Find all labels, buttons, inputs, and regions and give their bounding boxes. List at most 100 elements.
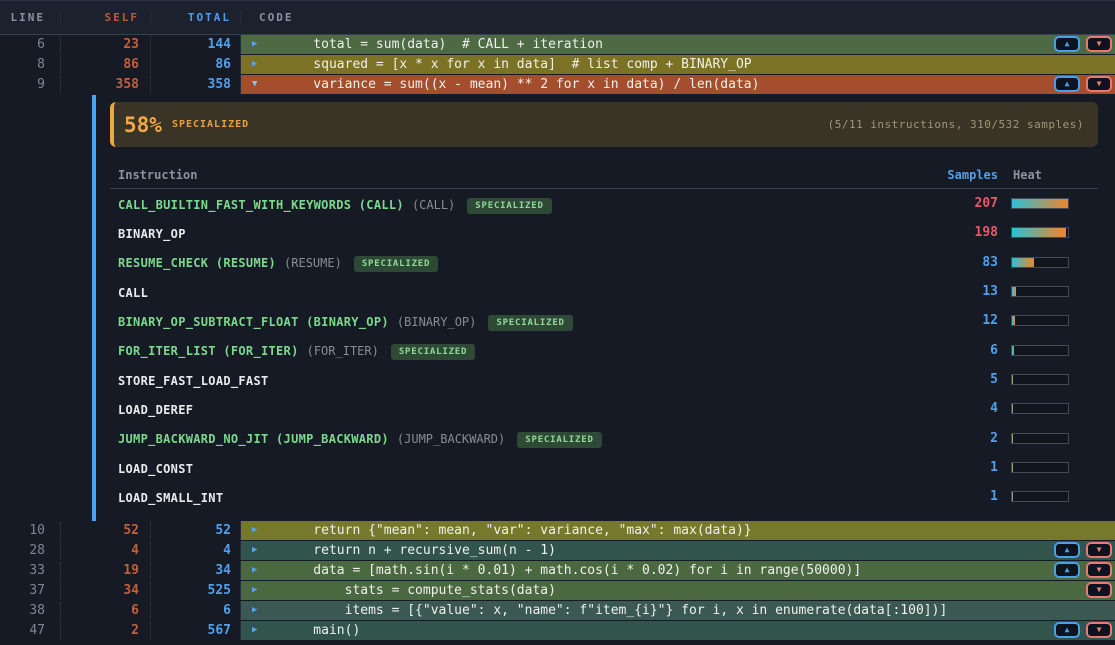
instruction-name: LOAD_SMALL_INT — [118, 491, 223, 505]
code-cell[interactable]: ▶ total = sum(data) # CALL + iteration▲▼ — [241, 35, 1115, 54]
instruction-name: BINARY_OP — [118, 227, 186, 241]
code-cell[interactable]: ▶ main()▲▼ — [241, 621, 1115, 640]
instruction-row: LOAD_SMALL_INT 1 — [110, 482, 1098, 511]
column-header-heat: Heat — [1011, 168, 1098, 182]
jump-up-button[interactable]: ▲ — [1054, 36, 1080, 52]
instruction-row: RESUME_CHECK (RESUME)(RESUME)SPECIALIZED… — [110, 248, 1098, 277]
specialized-percent: 58% — [124, 113, 162, 137]
expand-icon[interactable]: ▶ — [252, 581, 257, 600]
instruction-name: JUMP_BACKWARD_NO_JIT (JUMP_BACKWARD) — [118, 432, 389, 446]
instruction-base-name: (RESUME) — [284, 256, 342, 270]
heat-fill — [1012, 316, 1015, 325]
instruction-name-cell: BINARY_OP_SUBTRACT_FLOAT (BINARY_OP)(BIN… — [110, 311, 908, 331]
heat-bar — [1011, 374, 1069, 385]
code-row: 88686▶ squared = [x * x for x in data] #… — [0, 55, 1115, 74]
heat-bar — [1011, 227, 1069, 238]
jump-down-button[interactable]: ▼ — [1086, 542, 1112, 558]
row-nav-buttons: ▲▼ — [1054, 36, 1112, 52]
heat-cell — [1011, 286, 1098, 297]
heat-fill — [1012, 346, 1014, 355]
code-text: stats = compute_stats(data) — [282, 581, 556, 600]
expand-icon[interactable]: ▶ — [252, 621, 257, 640]
code-cell[interactable]: ▶ items = [{"value": x, "name": f"item_{… — [241, 601, 1115, 620]
instruction-base-name: (JUMP_BACKWARD) — [397, 432, 505, 446]
heat-bar — [1011, 257, 1069, 268]
code-cell[interactable]: ▶ squared = [x * x for x in data] # list… — [241, 55, 1115, 74]
self-samples: 6 — [61, 601, 151, 620]
code-row: 105252▶ return {"mean": mean, "var": var… — [0, 521, 1115, 540]
collapse-icon[interactable]: ▼ — [252, 75, 257, 94]
jump-down-button[interactable]: ▼ — [1086, 622, 1112, 638]
heat-cell — [1011, 345, 1098, 356]
specialized-label: SPECIALIZED — [172, 119, 249, 130]
code-text: return n + recursive_sum(n - 1) — [282, 541, 556, 560]
total-samples: 525 — [151, 581, 241, 600]
instruction-row: CALL_BUILTIN_FAST_WITH_KEYWORDS (CALL)(C… — [110, 189, 1098, 218]
expand-icon[interactable]: ▶ — [252, 35, 257, 54]
jump-down-button[interactable]: ▼ — [1086, 582, 1112, 598]
code-row: 3734525▶ stats = compute_stats(data)▼ — [0, 581, 1115, 600]
row-nav-buttons: ▲▼ — [1054, 562, 1112, 578]
row-nav-buttons: ▲▼ — [1054, 542, 1112, 558]
instruction-base-name: (FOR_ITER) — [307, 344, 379, 358]
expand-icon[interactable]: ▶ — [252, 55, 257, 74]
instruction-row: BINARY_OP_SUBTRACT_FLOAT (BINARY_OP)(BIN… — [110, 306, 1098, 335]
heat-cell — [1011, 315, 1098, 326]
instruction-row: CALL13 — [110, 277, 1098, 306]
code-cell[interactable]: ▶ data = [math.sin(i * 0.01) + math.cos(… — [241, 561, 1115, 580]
instruction-name-cell: BINARY_OP — [110, 223, 908, 242]
code-row: 2844▶ return n + recursive_sum(n - 1)▲▼ — [0, 541, 1115, 560]
total-samples: 34 — [151, 561, 241, 580]
code-text: return {"mean": mean, "var": variance, "… — [282, 521, 752, 540]
line-number: 9 — [0, 75, 61, 94]
column-header-line[interactable]: LINE — [0, 11, 61, 24]
code-cell[interactable]: ▶ stats = compute_stats(data) ▼ — [241, 581, 1115, 600]
heat-fill — [1012, 258, 1034, 267]
code-rows-bottom: 105252▶ return {"mean": mean, "var": var… — [0, 521, 1115, 640]
samples-count: 207 — [908, 196, 998, 211]
code-text: items = [{"value": x, "name": f"item_{i}… — [282, 601, 947, 620]
expand-icon[interactable]: ▶ — [252, 521, 257, 540]
heat-bar — [1011, 403, 1069, 414]
code-cell[interactable]: ▶ return {"mean": mean, "var": variance,… — [241, 521, 1115, 540]
self-samples: 86 — [61, 55, 151, 74]
heat-bar — [1011, 433, 1069, 444]
jump-up-button[interactable]: ▲ — [1054, 76, 1080, 92]
samples-count: 1 — [908, 489, 998, 504]
code-cell[interactable]: ▶ return n + recursive_sum(n - 1)▲▼ — [241, 541, 1115, 560]
jump-down-button[interactable]: ▼ — [1086, 76, 1112, 92]
heat-fill — [1012, 434, 1013, 443]
heat-fill — [1012, 492, 1013, 501]
self-samples: 358 — [61, 75, 151, 94]
code-text: squared = [x * x for x in data] # list c… — [282, 55, 752, 74]
jump-down-button[interactable]: ▼ — [1086, 562, 1112, 578]
samples-count: 5 — [908, 372, 998, 387]
jump-up-button[interactable]: ▲ — [1054, 562, 1080, 578]
expand-icon[interactable]: ▶ — [252, 601, 257, 620]
heat-cell — [1011, 433, 1098, 444]
samples-count: 12 — [908, 313, 998, 328]
instruction-name-cell: LOAD_CONST — [110, 458, 908, 477]
samples-count: 6 — [908, 343, 998, 358]
expand-icon[interactable]: ▶ — [252, 561, 257, 580]
jump-up-button[interactable]: ▲ — [1054, 622, 1080, 638]
column-header-code[interactable]: CODE — [241, 11, 1115, 24]
heat-fill — [1012, 404, 1013, 413]
samples-count: 83 — [908, 255, 998, 270]
column-header-self[interactable]: SELF — [61, 11, 151, 24]
total-samples: 358 — [151, 75, 241, 94]
instruction-name: FOR_ITER_LIST (FOR_ITER) — [118, 344, 299, 358]
code-cell[interactable]: ▼ variance = sum((x - mean) ** 2 for x i… — [241, 75, 1115, 94]
line-number: 37 — [0, 581, 61, 600]
instruction-name-cell: CALL_BUILTIN_FAST_WITH_KEYWORDS (CALL)(C… — [110, 194, 908, 214]
total-samples: 52 — [151, 521, 241, 540]
instruction-name-cell: JUMP_BACKWARD_NO_JIT (JUMP_BACKWARD) (JUM… — [110, 428, 908, 448]
heat-fill — [1012, 199, 1068, 208]
instruction-row: JUMP_BACKWARD_NO_JIT (JUMP_BACKWARD) (JUM… — [110, 423, 1098, 452]
expand-icon[interactable]: ▶ — [252, 541, 257, 560]
column-header-total[interactable]: TOTAL — [151, 11, 241, 24]
jump-up-button[interactable]: ▲ — [1054, 542, 1080, 558]
instruction-row: STORE_FAST_LOAD_FAST5 — [110, 365, 1098, 394]
heat-cell — [1011, 257, 1098, 268]
jump-down-button[interactable]: ▼ — [1086, 36, 1112, 52]
